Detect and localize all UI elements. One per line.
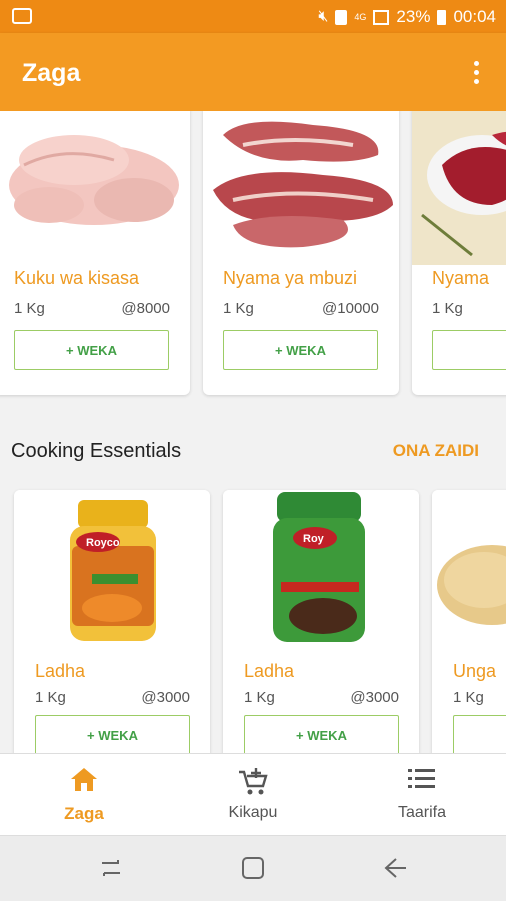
product-qty: 1 Kg [14, 300, 45, 317]
add-cart-icon [239, 768, 268, 795]
battery-percent: 23% [396, 7, 431, 26]
product-name: Unga [453, 661, 497, 681]
home-icon [71, 768, 97, 791]
product-image-chicken [0, 111, 190, 255]
product-card[interactable]: Nyama 1 Kg + [412, 111, 506, 395]
add-to-cart-button[interactable]: + WEKA [35, 715, 190, 753]
product-qty: 1 Kg [244, 689, 275, 706]
nav-label: Zaga [64, 804, 104, 823]
product-price: @8000 [121, 300, 170, 317]
nav-item-kikapu[interactable]: Kikapu [169, 754, 337, 836]
nav-item-zaga[interactable]: Zaga [0, 754, 168, 836]
system-navigation-bar [0, 835, 506, 901]
wifi-icon [12, 8, 32, 24]
section-title: Cooking Essentials [11, 440, 182, 462]
add-to-cart-button[interactable]: + WEKA [244, 715, 399, 753]
product-card[interactable]: Roy Ladha 1 Kg @3000 + WEKA [223, 490, 419, 753]
product-card[interactable]: Unga 1 Kg [432, 490, 506, 753]
app-title: Zaga [22, 59, 81, 87]
product-name: Ladha [35, 661, 86, 681]
product-card[interactable]: Kuku wa kisasa 1 Kg @8000 + WEKA [0, 111, 190, 395]
sim-icon [335, 9, 348, 25]
svg-text:Royco: Royco [86, 537, 120, 549]
product-qty: 1 Kg [223, 300, 254, 317]
recent-apps-icon[interactable] [98, 856, 124, 880]
svg-text:Roy: Roy [303, 533, 325, 545]
app-bar: Zaga [0, 33, 506, 111]
product-price: @3000 [350, 689, 399, 706]
battery-icon [437, 9, 447, 25]
product-image-royco-jar: Royco [14, 490, 210, 650]
overflow-menu-icon[interactable] [474, 61, 480, 85]
clock: 00:04 [453, 7, 496, 26]
signal-icon [373, 9, 390, 25]
product-image-royco-green-jar: Roy [223, 490, 419, 650]
product-price: @10000 [322, 300, 379, 317]
nav-item-taarifa[interactable]: Taarifa [338, 754, 506, 836]
status-bar: 🔇︎ 4G 23% 00:04 [0, 0, 506, 33]
network-label: 4G [354, 12, 367, 22]
product-image-beef [412, 111, 506, 265]
home-button-icon[interactable] [241, 856, 265, 880]
product-qty: 1 Kg [432, 300, 463, 317]
bottom-navigation: Zaga Kikapu Taarifa [0, 753, 506, 836]
see-more-link[interactable]: ONA ZAIDI [393, 441, 479, 461]
product-card[interactable]: Nyama ya mbuzi 1 Kg @10000 + WEKA [203, 111, 399, 395]
product-price: @3000 [141, 689, 190, 706]
product-qty: 1 Kg [35, 689, 66, 706]
product-name: Nyama [432, 268, 490, 288]
nav-label: Taarifa [397, 804, 447, 821]
product-name: Ladha [244, 661, 295, 681]
list-icon [408, 769, 435, 788]
product-card[interactable]: Royco Ladha 1 Kg @3000 + WEKA [14, 490, 210, 753]
product-image-flour [432, 490, 506, 650]
back-icon[interactable] [382, 856, 408, 880]
product-image-goat-meat [203, 111, 399, 255]
product-name: Nyama ya mbuzi [223, 268, 358, 288]
product-qty: 1 Kg [453, 689, 484, 706]
add-to-cart-button[interactable]: + WEKA [14, 330, 169, 370]
main-content[interactable]: Kuku wa kisasa 1 Kg @8000 + WEKA Nyama y… [0, 111, 506, 753]
add-to-cart-button[interactable] [453, 715, 506, 753]
product-name: Kuku wa kisasa [14, 268, 140, 288]
add-to-cart-button[interactable]: + WEKA [223, 330, 378, 370]
nav-label: Kikapu [228, 804, 278, 821]
mute-icon: 🔇︎ [318, 8, 329, 25]
add-to-cart-button[interactable]: + [432, 330, 506, 370]
